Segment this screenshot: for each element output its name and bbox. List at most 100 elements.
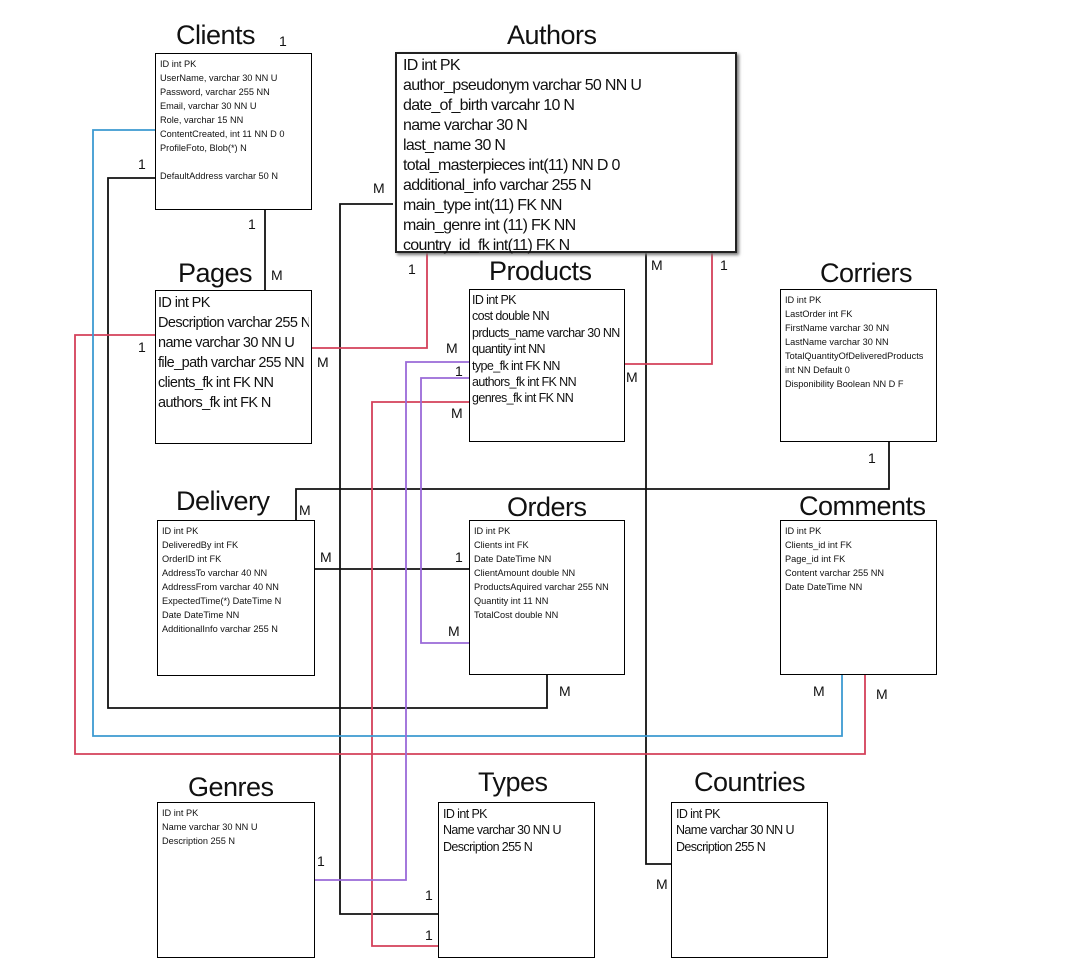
delivery-title: Delivery (176, 486, 270, 516)
field-row: UserName, varchar 30 NN U (160, 73, 278, 83)
cardinality-label: 1 (138, 156, 146, 172)
field-row: DeliveredBy int FK (162, 540, 239, 550)
field-row: AddressTo varchar 40 NN (162, 568, 268, 578)
cardinality-label: M (373, 180, 385, 196)
orders-title: Orders (507, 492, 587, 522)
genres-fields: ID int PK Name varchar 30 NN U Descripti… (162, 806, 310, 848)
field-row: Password, varchar 255 NN (160, 87, 270, 97)
field-row: additional_info varchar 255 N (403, 177, 592, 194)
field-row: Description 255 N (676, 839, 766, 854)
field-row: Disponibility Boolean NN D F (785, 379, 904, 389)
field-row: ID int PK (403, 57, 461, 74)
field-row: cost double NN (472, 309, 550, 324)
field-row: date_of_birth varcahr 10 N (403, 97, 575, 114)
field-row: author_pseudonym varchar 50 NN U (403, 77, 642, 94)
countries-table[interactable]: ID int PK Name varchar 30 NN U Descripti… (671, 802, 828, 958)
field-row: LastOrder int FK (785, 309, 853, 319)
clients-title: Clients (176, 20, 256, 50)
field-row: Name varchar 30 NN U (162, 822, 258, 832)
line-authors-products (624, 252, 713, 365)
cardinality-label: 1 (455, 363, 463, 379)
pages-table[interactable]: ID int PK Description varchar 255 N name… (155, 290, 312, 444)
authors-table[interactable]: ID int PK author_pseudonym varchar 50 NN… (395, 52, 737, 256)
orders-table[interactable]: ID int PK Clients int FK Date DateTime N… (469, 520, 625, 675)
products-fields: ID int PK cost double NN prducts_name va… (472, 292, 622, 407)
products-title: Products (489, 256, 592, 286)
types-fields: ID int PK Name varchar 30 NN U Descripti… (443, 806, 590, 855)
clients-table[interactable]: ID int PK UserName, varchar 30 NN U Pass… (155, 53, 312, 210)
corriers-title: Corriers (820, 258, 913, 288)
field-row: ID int PK (162, 808, 199, 818)
cardinality-label: M (448, 623, 460, 639)
field-row: TotalCost double NN (474, 610, 559, 620)
delivery-table[interactable]: ID int PK DeliveredBy int FK OrderID int… (157, 520, 315, 676)
field-row: Date DateTime NN (162, 610, 240, 620)
cardinality-label: 1 (138, 339, 146, 355)
field-row: quantity int NN (472, 342, 546, 357)
field-row: Clients int FK (474, 540, 529, 550)
pages-title: Pages (178, 258, 253, 288)
field-row: FirstName varchar 30 NN (785, 323, 890, 333)
field-row: file_path varchar 255 NN (158, 355, 305, 371)
field-row: clients_fk int FK NN (158, 375, 274, 391)
field-row: ID int PK (676, 807, 721, 821)
field-row: AddressFrom varchar 40 NN (162, 582, 279, 592)
delivery-fields: ID int PK DeliveredBy int FK OrderID int… (162, 524, 310, 636)
field-row: main_genre int (11) FK NN (403, 217, 576, 234)
field-row: ProfileFoto, Blob(*) N (160, 143, 247, 153)
cardinality-label: M (559, 683, 571, 699)
cardinality-label: 1 (425, 927, 433, 943)
cardinality-label: 1 (425, 887, 433, 903)
cardinality-label: 1 (317, 853, 325, 869)
field-row: Content varchar 255 NN (785, 568, 885, 578)
field-row: ID int PK (162, 526, 199, 536)
field-row: authors_fk int FK N (158, 395, 271, 411)
authors-fields: ID int PK author_pseudonym varchar 50 NN… (403, 56, 729, 256)
field-row: Date DateTime NN (474, 554, 552, 564)
products-table[interactable]: ID int PK cost double NN prducts_name va… (469, 289, 625, 442)
cardinality-label: M (320, 549, 332, 565)
field-row: Page_id int FK (785, 554, 846, 564)
field-row: ID int PK (472, 293, 517, 307)
authors-title: Authors (507, 20, 597, 50)
cardinality-label: 1 (455, 549, 463, 565)
field-row: ClientAmount double NN (474, 568, 576, 578)
cardinality-label: M (626, 369, 638, 385)
orders-fields: ID int PK Clients int FK Date DateTime N… (474, 524, 620, 622)
field-row: country_id_fk int(11) FK N (403, 237, 570, 254)
cardinality-label: 1 (720, 257, 728, 273)
field-row: ContentCreated, int 11 NN D 0 (160, 129, 285, 139)
field-row: ID int PK (474, 526, 511, 536)
corriers-table[interactable]: ID int PK LastOrder int FK FirstName var… (780, 289, 937, 442)
cardinality-label: M (651, 257, 663, 273)
field-row: Name varchar 30 NN U (443, 823, 562, 838)
field-row: Description 255 N (162, 836, 236, 846)
field-row: DefaultAddress varchar 50 N (160, 171, 278, 181)
countries-title: Countries (694, 767, 806, 797)
corriers-fields: ID int PK LastOrder int FK FirstName var… (785, 293, 932, 391)
field-row: LastName varchar 30 NN (785, 337, 889, 347)
line-authors-countries (645, 252, 671, 865)
field-row: ID int PK (785, 526, 822, 536)
genres-title: Genres (188, 772, 274, 802)
types-table[interactable]: ID int PK Name varchar 30 NN U Descripti… (438, 802, 595, 958)
cardinality-label: M (299, 502, 311, 518)
field-row: ID int PK (158, 295, 210, 311)
cardinality-label: M (876, 686, 888, 702)
comments-table[interactable]: ID int PK Clients_id int FK Page_id int … (780, 520, 937, 675)
field-row: Email, varchar 30 NN U (160, 101, 257, 111)
field-row: genres_fk int FK NN (472, 391, 574, 406)
field-row: Description 255 N (443, 839, 533, 854)
field-row: TotalQuantityOfDeliveredProducts (785, 351, 924, 361)
cardinality-label: M (656, 876, 668, 892)
cardinality-label: M (317, 354, 329, 370)
line-authors-types (339, 203, 438, 915)
clients-fields: ID int PK UserName, varchar 30 NN U Pass… (160, 57, 307, 183)
field-row: ID int PK (443, 807, 488, 821)
field-row: ExpectedTime(*) DateTime N (162, 596, 282, 606)
field-row: Role, varchar 15 NN (160, 115, 244, 125)
field-row: ProductsAquired varchar 255 NN (474, 582, 609, 592)
field-row: name varchar 30 NN U (158, 335, 295, 351)
genres-table[interactable]: ID int PK Name varchar 30 NN U Descripti… (157, 802, 315, 958)
pages-fields: ID int PK Description varchar 255 N name… (158, 293, 309, 413)
